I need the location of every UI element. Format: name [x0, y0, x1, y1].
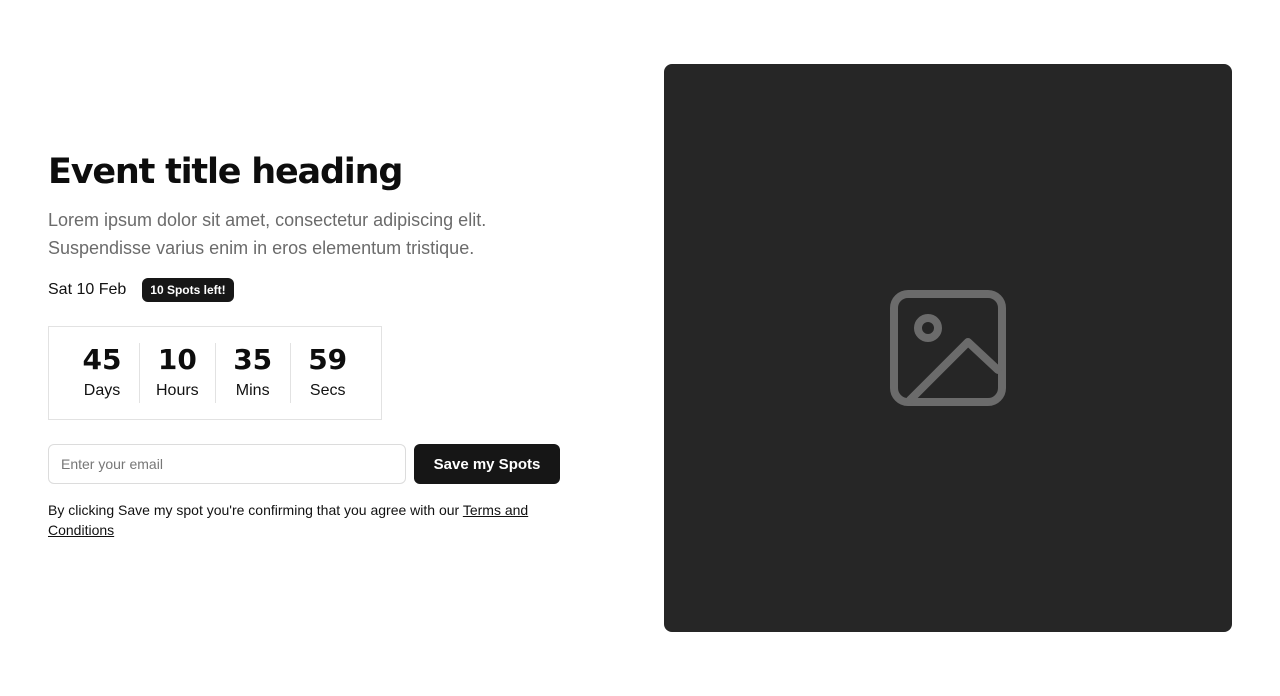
event-image-placeholder [664, 64, 1232, 632]
disclaimer-text: By clicking Save my spot you're confirmi… [48, 502, 463, 518]
event-description: Lorem ipsum dolor sit amet, consectetur … [48, 210, 487, 258]
countdown-timer: 45 Days 10 Hours 35 Mins 59 Secs [48, 326, 382, 420]
page: Event title heading Lorem ipsum dolor si… [0, 0, 1280, 696]
spots-left-badge: 10 Spots left! [142, 278, 234, 302]
countdown-label: Days [83, 382, 121, 399]
countdown-value: 45 [82, 343, 122, 376]
countdown-value: 35 [233, 343, 273, 376]
countdown-days: 45 Days [65, 343, 140, 403]
save-spots-button[interactable]: Save my Spots [414, 444, 560, 484]
countdown-hours: 10 Hours [140, 343, 216, 403]
signup-form: Save my Spots [48, 444, 588, 484]
countdown-label: Mins [235, 382, 270, 399]
countdown-secs: 59 Secs [291, 343, 365, 403]
countdown-value: 10 [157, 343, 197, 376]
event-meta: Sat 10 Feb 10 Spots left! [48, 278, 588, 302]
event-date: Sat 10 Feb [48, 281, 127, 298]
countdown-label: Hours [156, 382, 199, 399]
image-placeholder-icon [890, 290, 1006, 406]
event-title: Event title heading [48, 152, 403, 192]
countdown-value: 59 [308, 343, 348, 376]
terms-disclaimer: By clicking Save my spot you're confirmi… [48, 500, 568, 540]
countdown-label: Secs [309, 382, 346, 399]
event-content: Event title heading Lorem ipsum dolor si… [48, 150, 588, 540]
email-input[interactable] [48, 444, 406, 484]
countdown-mins: 35 Mins [216, 343, 291, 403]
